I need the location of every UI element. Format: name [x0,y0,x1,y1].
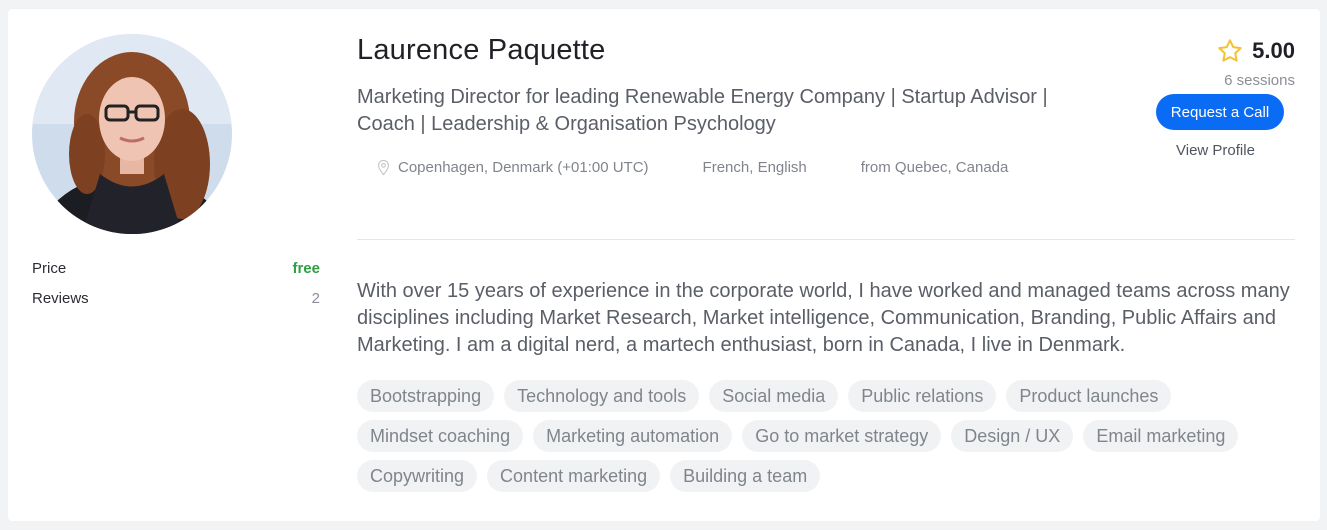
origin-text: from Quebec, Canada [860,159,1009,176]
location-pin-icon [377,159,390,176]
rating-score: 5.00 [1252,38,1295,63]
mentor-card: Price free Reviews 2 Laurence Paquette M… [8,9,1320,521]
price-value: free [292,260,320,277]
skill-tag[interactable]: Bootstrapping [357,380,495,412]
skill-tag[interactable]: Go to market strategy [742,420,942,452]
mentor-bio: With over 15 years of experience in the … [357,280,1290,356]
skill-tag[interactable]: Technology and tools [504,380,700,412]
skill-tag[interactable]: Mindset coaching [357,420,524,452]
skill-tag[interactable]: Social media [709,380,839,412]
divider [357,239,1295,240]
price-label: Price [32,260,67,277]
avatar[interactable] [32,34,232,234]
skill-tag[interactable]: Email marketing [1083,420,1239,452]
skill-tag[interactable]: Marketing automation [533,420,733,452]
sessions-count: 6 sessions [1224,72,1295,89]
reviews-count: 2 [311,290,320,307]
languages-text: French, English [702,159,807,176]
location-text: Copenhagen, Denmark (+01:00 UTC) [398,159,649,176]
price-row: Price free [32,260,320,277]
skill-tags: Bootstrapping Technology and tools Socia… [357,380,1297,492]
mentor-details: Copenhagen, Denmark (+01:00 UTC) French,… [375,159,1008,176]
skill-tag[interactable]: Design / UX [951,420,1074,452]
skill-tag[interactable]: Content marketing [487,460,661,492]
mentor-headline: Marketing Director for leading Renewable… [357,86,1048,135]
reviews-row: Reviews 2 [32,290,320,307]
reviews-label: Reviews [32,290,89,307]
view-profile-link[interactable]: View Profile [1176,142,1255,159]
avatar-photo [32,34,232,234]
rating: 5.00 [1216,37,1295,65]
mentor-name[interactable]: Laurence Paquette [357,34,605,67]
skill-tag[interactable]: Copywriting [357,460,478,492]
skill-tag[interactable]: Building a team [670,460,821,492]
skill-tag[interactable]: Public relations [848,380,997,412]
star-icon [1218,39,1242,62]
request-call-button[interactable]: Request a Call [1156,94,1284,130]
skill-tag[interactable]: Product launches [1006,380,1172,412]
